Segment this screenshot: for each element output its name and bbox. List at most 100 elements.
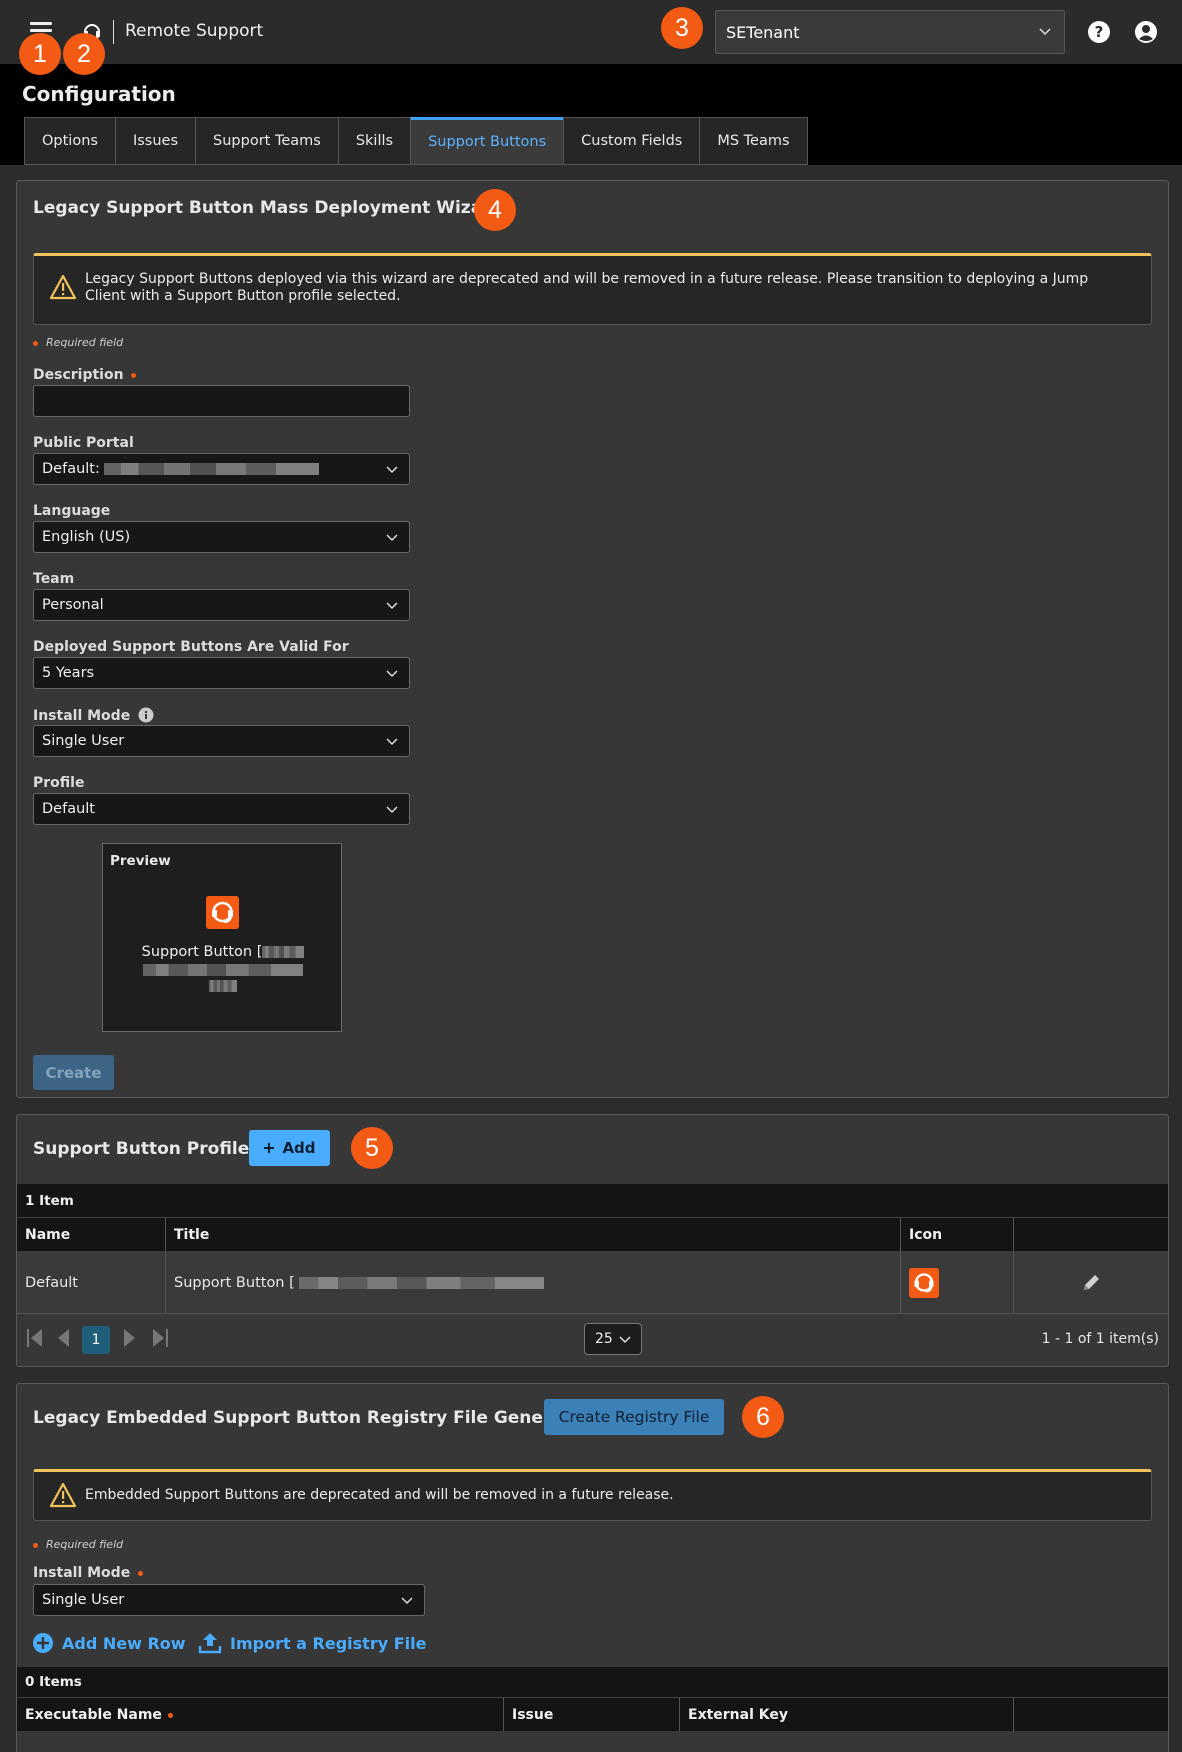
support-button-icon xyxy=(206,896,239,929)
row-title-text: Support Button [ xyxy=(174,1274,295,1291)
create-button[interactable]: Create xyxy=(33,1055,114,1090)
redacted-text xyxy=(298,1276,544,1289)
chevron-down-icon xyxy=(386,534,398,542)
warning-icon xyxy=(49,1482,77,1508)
column-header-name[interactable]: Name xyxy=(17,1218,166,1252)
preview-button-label: Support Button [ xyxy=(141,944,263,960)
import-registry-link[interactable]: Import a Registry File xyxy=(198,1632,426,1654)
add-new-row-link[interactable]: Add New Row xyxy=(32,1632,186,1654)
required-note: Required field xyxy=(33,1538,123,1551)
row-icon-cell xyxy=(901,1251,1014,1314)
page-size-value: 25 xyxy=(595,1331,613,1347)
column-header-external-key[interactable]: External Key xyxy=(680,1698,1014,1732)
chevron-down-icon xyxy=(1039,28,1051,36)
redacted-text xyxy=(143,963,303,976)
warning-icon xyxy=(49,274,77,300)
annotation-badge-1: 1 xyxy=(19,33,61,75)
required-dot xyxy=(131,372,137,378)
required-dot xyxy=(33,340,38,346)
annotation-badge-6: 6 xyxy=(742,1396,784,1438)
prev-page-icon[interactable] xyxy=(56,1328,70,1348)
chevron-down-icon xyxy=(386,806,398,814)
valid-for-select[interactable]: 5 Years xyxy=(33,657,410,689)
install-mode-value: Single User xyxy=(42,733,125,749)
last-page-icon[interactable] xyxy=(151,1328,169,1348)
alert-text: Legacy Support Buttons deployed via this… xyxy=(85,271,1089,304)
column-header-title[interactable]: Title xyxy=(166,1218,901,1252)
chevron-down-icon xyxy=(386,738,398,746)
tab-skills[interactable]: Skills xyxy=(337,117,411,165)
tenant-value: SETenant xyxy=(726,22,800,42)
column-header-icon[interactable]: Icon xyxy=(901,1218,1014,1252)
team-select[interactable]: Personal xyxy=(33,589,410,621)
registry-table-header: Executable Name Issue External Key xyxy=(17,1697,1168,1732)
column-header-actions xyxy=(1014,1698,1168,1732)
row-name: Default xyxy=(17,1251,166,1314)
language-value: English (US) xyxy=(42,529,131,545)
svg-text:?: ? xyxy=(1095,23,1104,41)
required-note-text: Required field xyxy=(46,336,124,349)
tab-issues[interactable]: Issues xyxy=(114,117,196,165)
required-dot xyxy=(138,1570,144,1576)
chevron-down-icon xyxy=(386,670,398,678)
help-icon[interactable]: ? xyxy=(1087,20,1111,44)
profile-select[interactable]: Default xyxy=(33,793,410,825)
annotation-badge-5: 5 xyxy=(351,1127,393,1169)
valid-for-value: 5 Years xyxy=(42,665,95,681)
add-profile-button[interactable]: Add xyxy=(249,1130,330,1166)
page-size-select[interactable]: 25 xyxy=(584,1323,642,1355)
annotation-badge-2: 2 xyxy=(63,33,105,75)
registry-install-mode-label: Install Mode xyxy=(33,1565,151,1581)
public-portal-select[interactable]: Default: xyxy=(33,453,410,485)
app-title: Remote Support xyxy=(125,21,264,41)
top-bar: Remote Support SETenant ? xyxy=(0,0,1182,64)
install-mode-select[interactable]: Single User xyxy=(33,725,410,757)
user-icon[interactable] xyxy=(1134,20,1158,44)
tab-support-teams[interactable]: Support Teams xyxy=(195,117,338,165)
install-mode-label: Install Mode xyxy=(33,707,154,724)
first-page-icon[interactable] xyxy=(26,1328,44,1348)
alert-text: Embedded Support Buttons are deprecated … xyxy=(85,1487,674,1503)
deprecation-alert: Legacy Support Buttons deployed via this… xyxy=(33,253,1152,325)
chevron-down-icon xyxy=(401,1597,413,1605)
next-page-icon[interactable] xyxy=(123,1328,137,1348)
profiles-count: 1 Item xyxy=(17,1184,1168,1217)
info-icon[interactable] xyxy=(138,707,154,723)
description-input[interactable] xyxy=(33,385,410,417)
tab-ms-teams[interactable]: MS Teams xyxy=(699,117,808,165)
pagination-info: 1 - 1 of 1 item(s) xyxy=(1041,1331,1159,1347)
edit-icon[interactable] xyxy=(1080,1272,1102,1294)
support-button-profiles: Support Button Profiles Add 5 1 Item Nam… xyxy=(16,1114,1169,1367)
annotation-badge-3: 3 xyxy=(661,7,703,49)
tab-support-buttons[interactable]: Support Buttons xyxy=(410,117,564,165)
column-header-executable[interactable]: Executable Name xyxy=(17,1698,504,1732)
tab-custom-fields[interactable]: Custom Fields xyxy=(563,117,700,165)
embedded-deprecation-alert: Embedded Support Buttons are deprecated … xyxy=(33,1469,1152,1521)
required-dot xyxy=(33,1542,38,1548)
registry-install-mode-label-text: Install Mode xyxy=(33,1565,131,1581)
import-registry-label: Import a Registry File xyxy=(230,1633,427,1653)
language-label: Language xyxy=(33,503,111,519)
tenant-select[interactable]: SETenant xyxy=(715,10,1065,54)
upload-icon xyxy=(198,1633,222,1654)
column-header-actions xyxy=(1014,1218,1168,1252)
column-header-issue[interactable]: Issue xyxy=(504,1698,680,1732)
public-portal-label: Public Portal xyxy=(33,435,134,451)
redacted-portal xyxy=(103,463,319,475)
config-tabs: Options Issues Support Teams Skills Supp… xyxy=(24,117,808,165)
preview-text: Support Button [ xyxy=(103,944,343,992)
chevron-down-icon xyxy=(386,602,398,610)
table-row[interactable]: Default Support Button [ xyxy=(17,1251,1168,1314)
annotation-badge-4: 4 xyxy=(474,189,516,231)
title-separator xyxy=(113,20,114,44)
language-select[interactable]: English (US) xyxy=(33,521,410,553)
mass-deployment-wizard: Legacy Support Button Mass Deployment Wi… xyxy=(16,180,1169,1098)
registry-count: 0 Items xyxy=(17,1667,1168,1697)
current-page[interactable]: 1 xyxy=(82,1326,110,1354)
registry-install-mode-select[interactable]: Single User xyxy=(33,1584,425,1616)
add-profile-label: Add xyxy=(282,1139,316,1157)
create-registry-file-button[interactable]: Create Registry File xyxy=(544,1399,724,1435)
tab-options[interactable]: Options xyxy=(24,117,115,165)
add-circle-icon xyxy=(33,1633,53,1653)
row-actions xyxy=(1014,1251,1168,1314)
